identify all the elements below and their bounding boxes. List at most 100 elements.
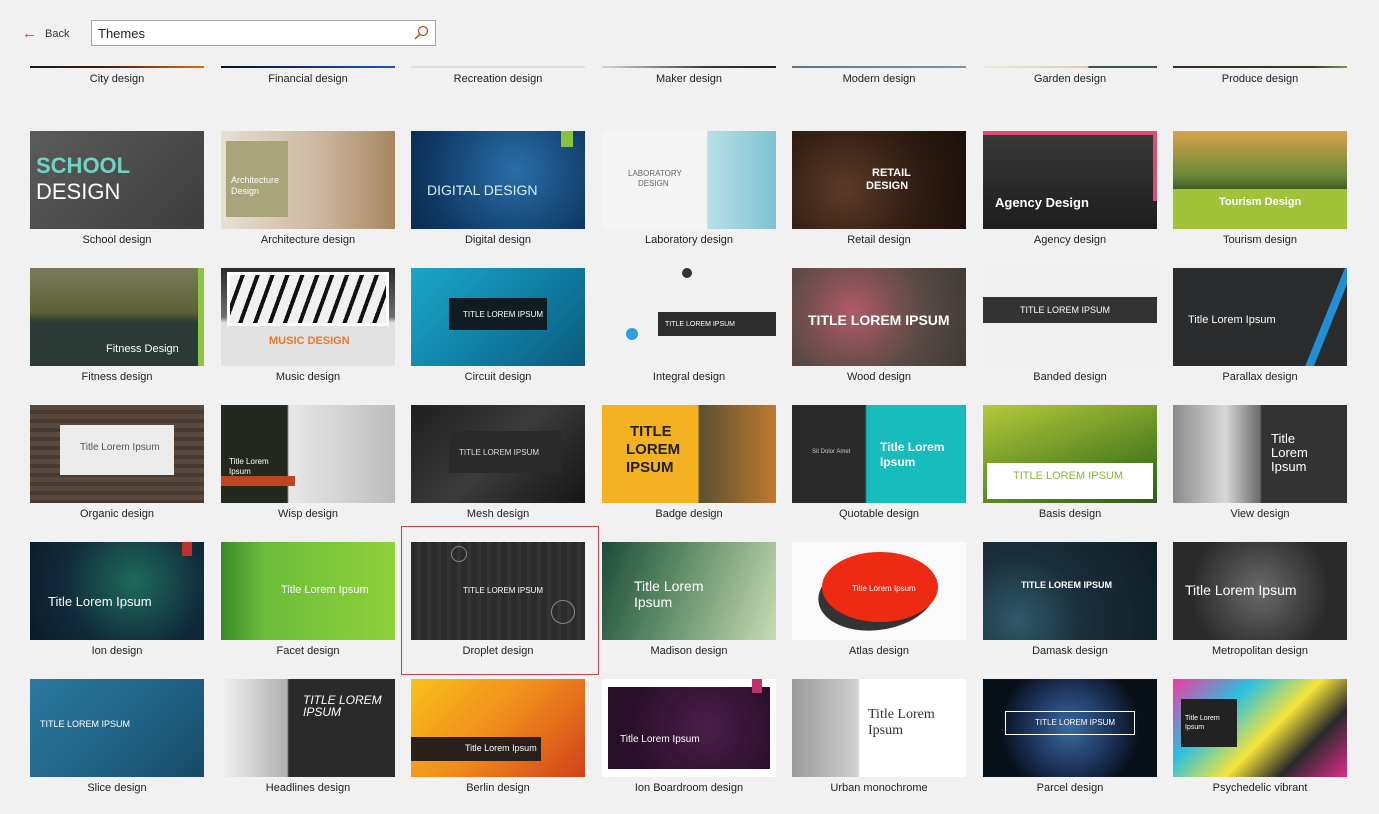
- theme-card-integral[interactable]: TITLE LOREM IPSUM Integral design: [602, 268, 776, 388]
- theme-thumbnail: TITLE LOREM IPSUM: [30, 679, 204, 777]
- theme-card-metropolitan[interactable]: Title Lorem Ipsum Metropolitan design: [1173, 542, 1347, 662]
- theme-card-atlas[interactable]: Title Lorem Ipsum Atlas design: [792, 542, 966, 662]
- theme-card-basis[interactable]: TITLE LOREM IPSUM Basis design: [983, 405, 1157, 525]
- theme-thumbnail: TITLE LOREM IPSUM: [602, 405, 776, 503]
- thumb-title: Sit Dolor Amet: [812, 449, 851, 455]
- theme-thumbnail: TITLE LOREM IPSUM: [983, 268, 1157, 366]
- theme-thumbnail: TITLE LOREM IPSUM: [411, 542, 585, 640]
- theme-card-view[interactable]: Title Lorem Ipsum View design: [1173, 405, 1347, 525]
- theme-thumbnail: Title Lorem Ipsum: [1173, 542, 1347, 640]
- theme-card-urban-monochrome[interactable]: Title Lorem Ipsum Urban monochrome: [792, 679, 966, 799]
- theme-card-headlines[interactable]: TITLE LOREM IPSUM Headlines design: [221, 679, 395, 799]
- thumb-title: Title Lorem Ipsum: [465, 743, 537, 753]
- theme-thumbnail: Title Lorem Ipsum: [30, 405, 204, 503]
- theme-label: Basis design: [1038, 508, 1102, 520]
- theme-card-mesh[interactable]: TITLE LOREM IPSUM Mesh design: [411, 405, 585, 525]
- theme-gallery: City design Financial design Recreation …: [0, 0, 1379, 814]
- theme-label: Damask design: [1032, 645, 1108, 657]
- theme-label: Organic design: [80, 508, 154, 520]
- thumb-title: TITLE LOREM IPSUM: [459, 448, 540, 457]
- thumb-title: TITLE LOREM IPSUM: [40, 719, 131, 729]
- theme-card-parcel[interactable]: TITLE LOREM IPSUM Parcel design: [983, 679, 1157, 799]
- thumb-title: Ipsum: [1185, 724, 1205, 731]
- thumb-title: Architecture: [231, 175, 280, 185]
- theme-thumbnail: Title Lorem Ipsum: [1173, 679, 1347, 777]
- theme-card-music[interactable]: MUSIC DESIGN Music design: [221, 268, 395, 388]
- theme-label: Parallax design: [1222, 371, 1298, 383]
- theme-card-droplet[interactable]: TITLE LOREM IPSUM Droplet design: [411, 542, 585, 662]
- theme-card-slice[interactable]: TITLE LOREM IPSUM Slice design: [30, 679, 204, 799]
- search-icon[interactable]: [413, 25, 429, 41]
- theme-thumbnail: Title Lorem Ipsum: [602, 542, 776, 640]
- theme-thumbnail: TITLE LOREM IPSUM: [983, 542, 1157, 640]
- theme-thumbnail: DIGITAL DESIGN: [411, 131, 585, 229]
- thumb-title: Agency Design: [995, 195, 1089, 210]
- theme-card-organic[interactable]: Title Lorem Ipsum Organic design: [30, 405, 204, 525]
- theme-card-quotable[interactable]: Sit Dolor Amet Title Lorem Ipsum Quotabl…: [792, 405, 966, 525]
- theme-card-madison[interactable]: Title Lorem Ipsum Madison design: [602, 542, 776, 662]
- theme-card-facet[interactable]: Title Lorem Ipsum Facet design: [221, 542, 395, 662]
- theme-thumbnail: TITLE LOREM IPSUM: [411, 268, 585, 366]
- theme-thumbnail: Tourism Design: [1173, 131, 1347, 229]
- theme-thumbnail: LABORATORY DESIGN: [602, 131, 776, 229]
- theme-label: Droplet design: [462, 645, 534, 657]
- theme-card-laboratory[interactable]: LABORATORY DESIGN Laboratory design: [602, 131, 776, 251]
- theme-card-fitness[interactable]: Fitness Design Fitness design: [30, 268, 204, 388]
- thumb-title: Title Lorem Ipsum: [1188, 314, 1276, 326]
- theme-label: Modern design: [842, 73, 916, 85]
- thumb-title: Title Lorem: [634, 578, 704, 594]
- theme-label: Digital design: [464, 234, 532, 246]
- theme-thumbnail: RETAIL DESIGN: [792, 131, 966, 229]
- theme-thumbnail: TITLE LOREM IPSUM: [792, 268, 966, 366]
- theme-card-architecture[interactable]: Architecture Design Architecture design: [221, 131, 395, 251]
- theme-label: School design: [82, 234, 152, 246]
- theme-card-psychedelic-vibrant[interactable]: Title Lorem Ipsum Psychedelic vibrant: [1173, 679, 1347, 799]
- theme-thumbnail: TITLE LOREM IPSUM: [221, 679, 395, 777]
- thumb-title: Title Lorem: [229, 457, 269, 466]
- theme-card-banded[interactable]: TITLE LOREM IPSUM Banded design: [983, 268, 1157, 388]
- theme-card-tourism[interactable]: Tourism Design Tourism design: [1173, 131, 1347, 251]
- theme-label: Slice design: [87, 782, 147, 794]
- theme-label: Madison design: [650, 645, 728, 657]
- theme-thumbnail: Title Lorem Ipsum: [221, 542, 395, 640]
- theme-thumbnail: Agency Design: [983, 131, 1157, 229]
- thumb-title: DIGITAL DESIGN: [427, 182, 538, 198]
- thumb-title: Title Lorem Ipsum: [1185, 582, 1297, 598]
- theme-label: Wisp design: [278, 508, 338, 520]
- theme-label: Ion Boardroom design: [634, 782, 744, 794]
- thumb-title: Tourism Design: [1219, 196, 1302, 208]
- thumb-title: Title Lorem Ipsum: [852, 584, 916, 593]
- theme-card-damask[interactable]: TITLE LOREM IPSUM Damask design: [983, 542, 1157, 662]
- theme-thumbnail: MUSIC DESIGN: [221, 268, 395, 366]
- thumb-title: Title Lorem: [880, 440, 945, 454]
- theme-card-circuit[interactable]: TITLE LOREM IPSUM Circuit design: [411, 268, 585, 388]
- theme-label: Ion design: [91, 645, 143, 657]
- theme-card-school[interactable]: SCHOOL DESIGN School design: [30, 131, 204, 251]
- theme-card-retail[interactable]: RETAIL DESIGN Retail design: [792, 131, 966, 251]
- theme-card-digital[interactable]: DIGITAL DESIGN Digital design: [411, 131, 585, 251]
- theme-card-ion[interactable]: Title Lorem Ipsum Ion design: [30, 542, 204, 662]
- theme-card-wood[interactable]: TITLE LOREM IPSUM Wood design: [792, 268, 966, 388]
- theme-card-wisp[interactable]: Title Lorem Ipsum Wisp design: [221, 405, 395, 525]
- theme-label: Berlin design: [466, 782, 530, 794]
- thumb-title: TITLE: [630, 423, 672, 440]
- search-input[interactable]: [98, 24, 408, 42]
- back-button[interactable]: ← Back: [22, 24, 69, 44]
- theme-label: Financial design: [268, 73, 348, 85]
- thumb-title: TITLE LOREM IPSUM: [463, 586, 544, 595]
- top-bar: ← Back: [0, 0, 1379, 66]
- theme-thumbnail: Title Lorem Ipsum: [221, 405, 395, 503]
- theme-card-ion-boardroom[interactable]: Title Lorem Ipsum Ion Boardroom design: [602, 679, 776, 799]
- thumb-title: Title Lorem: [868, 707, 935, 722]
- thumb-title: Ipsum: [1271, 459, 1307, 474]
- thumb-title: TITLE LOREM IPSUM: [1013, 470, 1124, 482]
- thumb-title: SCHOOL: [36, 153, 131, 178]
- theme-card-berlin[interactable]: Title Lorem Ipsum Berlin design: [411, 679, 585, 799]
- thumb-title: Ipsum: [868, 723, 903, 738]
- theme-thumbnail: Title Lorem Ipsum: [1173, 405, 1347, 503]
- theme-card-badge[interactable]: TITLE LOREM IPSUM Badge design: [602, 405, 776, 525]
- theme-card-agency[interactable]: Agency Design Agency design: [983, 131, 1157, 251]
- theme-card-parallax[interactable]: Title Lorem Ipsum Parallax design: [1173, 268, 1347, 388]
- theme-label: Quotable design: [838, 508, 920, 520]
- thumb-title: Title Lorem Ipsum: [80, 442, 160, 453]
